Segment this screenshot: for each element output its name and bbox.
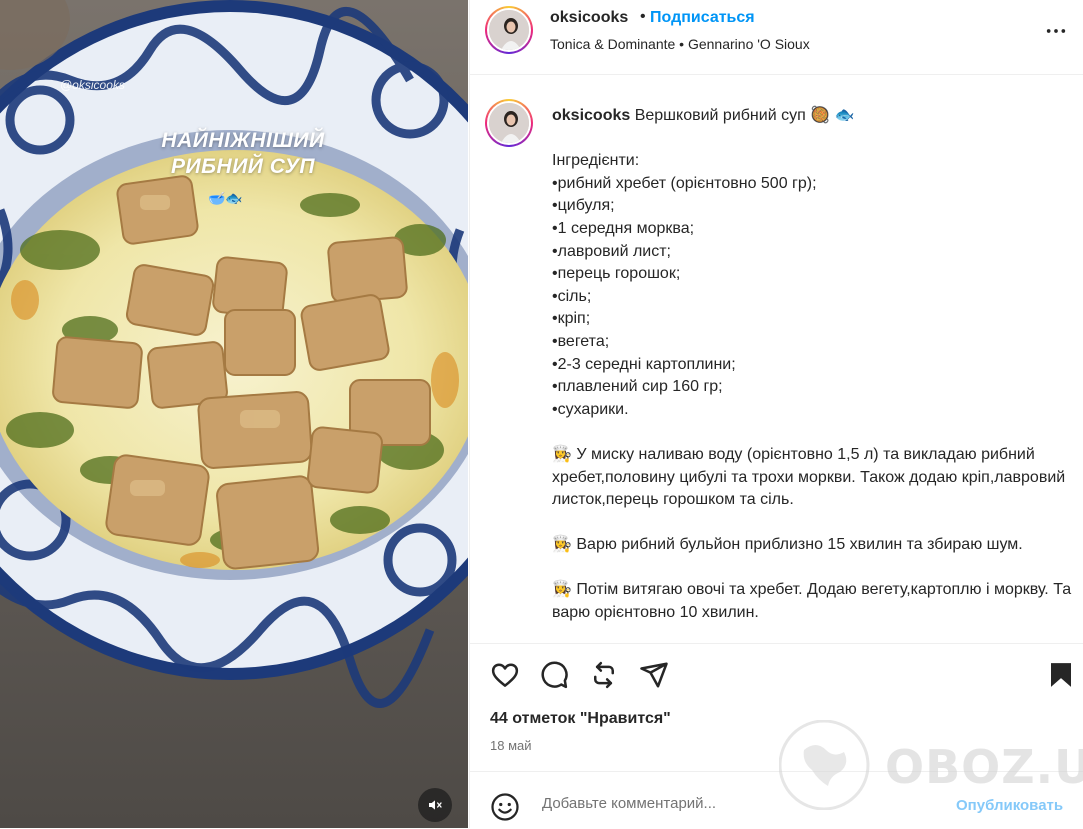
more-options-icon	[1046, 29, 1066, 33]
comment-input[interactable]	[540, 790, 924, 816]
post-date[interactable]: 18 май	[490, 738, 532, 753]
caption-body: Вершковий рибний суп 🥘 🐟 Інгредієнти: •р…	[552, 107, 1072, 622]
caption-avatar[interactable]	[485, 99, 533, 147]
avatar[interactable]	[485, 6, 533, 54]
header-separator: •	[640, 8, 646, 25]
more-options-button[interactable]	[1045, 20, 1067, 47]
profile-photo	[489, 10, 529, 50]
heart-icon	[491, 663, 519, 687]
post-panel: oksicooks • Подписаться Tonica & Dominan…	[469, 0, 1083, 828]
smiley-icon	[491, 793, 519, 821]
publish-button[interactable]: Опубликовать	[956, 797, 1063, 814]
media-overlay-emoji: 🥣🐟	[208, 190, 243, 206]
bookmark-icon	[1051, 663, 1071, 687]
post-username[interactable]: oksicooks	[550, 9, 628, 27]
send-icon	[640, 662, 668, 688]
comment-button[interactable]	[539, 660, 569, 695]
likes-count[interactable]: 44 отметок "Нравится"	[490, 710, 671, 728]
oboz-watermark: OBOZ.UA	[885, 740, 1083, 794]
media-overlay-title-line2: РИБНИЙ СУП	[171, 155, 315, 178]
mute-button[interactable]	[418, 788, 452, 822]
media-overlay-title-line1: НАЙНІЖНІШИЙ	[161, 129, 325, 152]
emoji-button[interactable]	[490, 792, 520, 827]
speaker-muted-icon	[429, 800, 442, 810]
repost-button[interactable]	[589, 660, 619, 695]
profile-photo	[489, 103, 529, 143]
caption-area: oksicooks Вершковий рибний суп 🥘 🐟 Інгре…	[470, 75, 1083, 640]
action-bar	[470, 643, 1083, 704]
soup-photo	[0, 0, 468, 828]
media-overlay-title: НАЙНІЖНІШИЙ РИБНИЙ СУП	[118, 128, 368, 180]
repost-icon	[594, 661, 614, 689]
like-button[interactable]	[490, 660, 520, 695]
follow-button[interactable]: Подписаться	[650, 9, 755, 27]
post-media[interactable]: @oksicooks НАЙНІЖНІШИЙ РИБНИЙ СУП 🥣🐟	[0, 0, 468, 828]
comment-icon	[541, 661, 568, 689]
music-info[interactable]: Tonica & Dominante • Gennarino 'O Sioux	[550, 36, 810, 52]
caption-username[interactable]: oksicooks	[552, 107, 630, 124]
share-button[interactable]	[639, 660, 669, 695]
media-watermark-handle: @oksicooks	[60, 78, 125, 92]
caption-text: oksicooks Вершковий рибний суп 🥘 🐟 Інгре…	[552, 105, 1077, 625]
save-button[interactable]	[1046, 660, 1076, 695]
post-header: oksicooks • Подписаться Tonica & Dominan…	[470, 0, 1083, 75]
